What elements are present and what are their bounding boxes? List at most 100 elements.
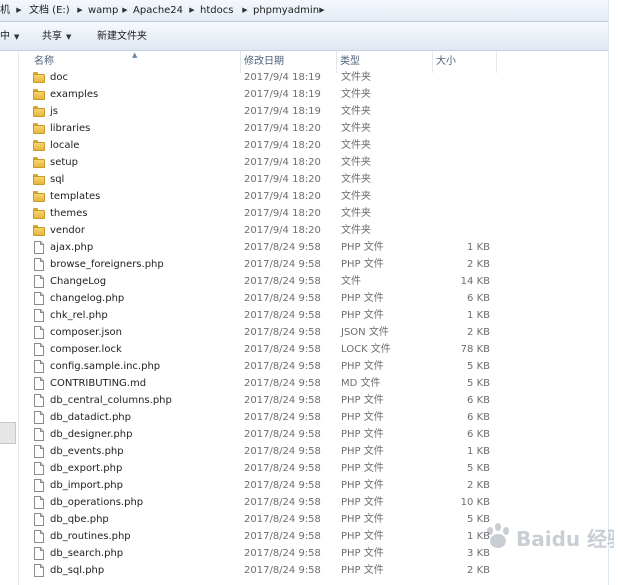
file-icon [33,343,45,356]
file-row[interactable]: db_qbe.php 2017/8/24 9:58 PHP 文件 5 KB [20,511,618,528]
file-date: 2017/8/24 9:58 [244,565,321,576]
file-row[interactable]: setup 2017/9/4 18:20 文件夹 [20,154,618,171]
new-folder-button[interactable]: 新建文件夹 [97,29,147,45]
file-icon [33,309,45,322]
breadcrumb-apache24[interactable]: Apache24 [133,3,183,18]
file-name: libraries [50,123,91,134]
file-row[interactable]: chk_rel.php 2017/8/24 9:58 PHP 文件 1 KB [20,307,618,324]
file-row[interactable]: db_datadict.php 2017/8/24 9:58 PHP 文件 6 KB [20,409,618,426]
file-type: PHP 文件 [341,259,384,270]
file-date: 2017/9/4 18:19 [244,106,321,117]
file-date: 2017/8/24 9:58 [244,242,321,253]
chevron-right-icon[interactable]: ▶ [76,4,84,17]
file-row[interactable]: composer.json 2017/8/24 9:58 JSON 文件 2 KB [20,324,618,341]
file-name: setup [50,157,78,168]
file-row[interactable]: themes 2017/9/4 18:20 文件夹 [20,205,618,222]
file-row[interactable]: db_events.php 2017/8/24 9:58 PHP 文件 1 KB [20,443,618,460]
file-row[interactable]: js 2017/9/4 18:19 文件夹 [20,103,618,120]
file-type: PHP 文件 [341,412,384,423]
chevron-right-icon[interactable]: ▶ [121,4,129,17]
breadcrumb-phpmyadmin[interactable]: phpmyadmin [253,3,319,18]
file-icon [33,411,45,424]
window-right-edge [608,0,618,585]
file-name: db_datadict.php [50,412,131,423]
file-row[interactable]: db_routines.php 2017/8/24 9:58 PHP 文件 1 KB [20,528,618,545]
file-icon [33,564,45,577]
dropdown-arrow-icon: ▼ [66,33,72,41]
chevron-right-icon[interactable]: ▶ [15,4,23,17]
file-date: 2017/8/24 9:58 [244,259,321,270]
file-type: JSON 文件 [341,327,389,338]
file-date: 2017/9/4 18:20 [244,140,321,151]
file-row[interactable]: ajax.php 2017/8/24 9:58 PHP 文件 1 KB [20,239,618,256]
breadcrumb-wamp[interactable]: wamp [88,3,118,18]
file-row[interactable]: libraries 2017/9/4 18:20 文件夹 [20,120,618,137]
navigation-pane[interactable] [0,51,19,585]
file-row[interactable]: db_search.php 2017/8/24 9:58 PHP 文件 3 KB [20,545,618,562]
file-size [432,154,490,171]
file-date: 2017/9/4 18:20 [244,191,321,202]
file-type: 文件夹 [341,140,371,151]
file-date: 2017/9/4 18:20 [244,174,321,185]
file-type: 文件夹 [341,208,371,219]
chevron-right-icon[interactable]: ▶ [188,4,196,17]
file-row[interactable]: sql 2017/9/4 18:20 文件夹 [20,171,618,188]
file-name: locale [50,140,80,151]
file-icon [33,377,45,390]
file-row[interactable]: changelog.php 2017/8/24 9:58 PHP 文件 6 KB [20,290,618,307]
file-icon [33,275,45,288]
file-size [432,69,490,86]
breadcrumb-computer[interactable]: 机 [0,3,10,18]
file-size: 78 KB [460,344,490,355]
file-name: db_export.php [50,463,123,474]
file-name: db_central_columns.php [50,395,172,406]
breadcrumb-htdocs[interactable]: htdocs [200,3,233,18]
organize-button[interactable]: 中 ▼ [0,29,19,45]
file-size: 6 KB [467,429,490,440]
share-button[interactable]: 共享 ▼ [42,29,71,45]
file-type: PHP 文件 [341,361,384,372]
chevron-right-icon[interactable]: ▶ [241,4,249,17]
file-name: config.sample.inc.php [50,361,161,372]
file-name: db_search.php [50,548,124,559]
file-icon [33,326,45,339]
file-row[interactable]: doc 2017/9/4 18:19 文件夹 [20,69,618,86]
file-row[interactable]: examples 2017/9/4 18:19 文件夹 [20,86,618,103]
file-row[interactable]: CONTRIBUTING.md 2017/8/24 9:58 MD 文件 5 KB [20,375,618,392]
file-row[interactable]: templates 2017/9/4 18:20 文件夹 [20,188,618,205]
address-bar[interactable]: 机 ▶ 文档 (E:) ▶ wamp ▶ Apache24 ▶ htdocs ▶… [0,0,618,22]
file-row[interactable]: db_designer.php 2017/8/24 9:58 PHP 文件 6 KB [20,426,618,443]
file-icon [33,394,45,407]
file-row[interactable]: locale 2017/9/4 18:20 文件夹 [20,137,618,154]
file-icon [33,530,45,543]
file-row[interactable]: config.sample.inc.php 2017/8/24 9:58 PHP 文… [20,358,618,375]
file-size [432,120,490,137]
file-row[interactable]: db_export.php 2017/8/24 9:58 PHP 文件 5 KB [20,460,618,477]
file-date: 2017/8/24 9:58 [244,463,321,474]
chevron-right-icon[interactable]: ▶ [318,4,326,17]
file-size [432,188,490,205]
file-row[interactable]: browse_foreigners.php 2017/8/24 9:58 PHP 文… [20,256,618,273]
file-row[interactable]: db_central_columns.php 2017/8/24 9:58 PHP … [20,392,618,409]
organize-label: 中 [0,31,10,42]
file-name: db_qbe.php [50,514,109,525]
file-date: 2017/9/4 18:20 [244,123,321,134]
file-type: PHP 文件 [341,497,384,508]
file-row[interactable]: db_operations.php 2017/8/24 9:58 PHP 文件 10 … [20,494,618,511]
file-row[interactable]: composer.lock 2017/8/24 9:58 LOCK 文件 78 KB [20,341,618,358]
breadcrumb-drive-e[interactable]: 文档 (E:) [29,3,70,18]
file-type: PHP 文件 [341,310,384,321]
file-size: 1 KB [467,446,490,457]
file-row[interactable]: db_sql.php 2017/8/24 9:58 PHP 文件 2 KB [20,562,618,579]
file-type: PHP 文件 [341,463,384,474]
file-date: 2017/8/24 9:58 [244,310,321,321]
file-name: db_import.php [50,480,123,491]
file-row[interactable]: vendor 2017/9/4 18:20 文件夹 [20,222,618,239]
nav-scrollbar-thumb[interactable] [0,422,16,444]
file-date: 2017/8/24 9:58 [244,497,321,508]
file-size [432,103,490,120]
file-name: composer.json [50,327,123,338]
folder-icon [33,122,45,135]
file-row[interactable]: ChangeLog 2017/8/24 9:58 文件 14 KB [20,273,618,290]
file-row[interactable]: db_import.php 2017/8/24 9:58 PHP 文件 2 KB [20,477,618,494]
